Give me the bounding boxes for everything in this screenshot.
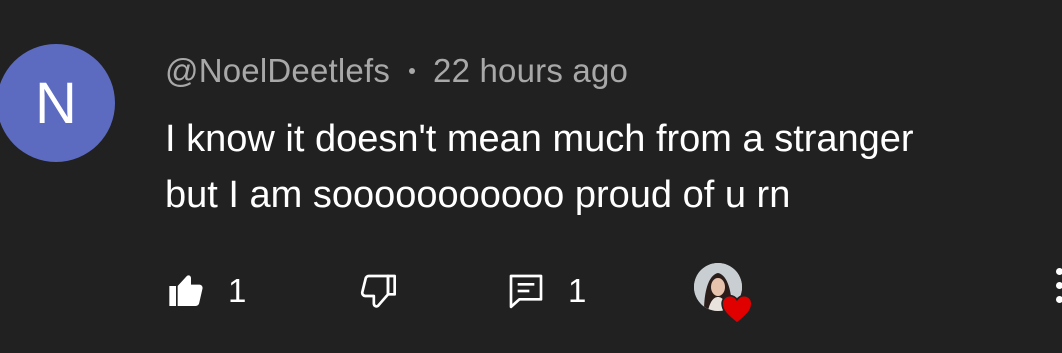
avatar-letter: N <box>35 71 77 136</box>
more-vertical-icon <box>1056 296 1062 303</box>
more-vertical-icon <box>1056 268 1062 275</box>
comment-text-line: but I am sooooooooooo proud of u rn <box>165 174 791 216</box>
thumb-up-filled-icon <box>166 271 206 311</box>
author-handle[interactable]: @NoelDeetlefs <box>165 52 390 90</box>
more-actions-button[interactable] <box>1054 268 1062 308</box>
reply-button[interactable]: 1 <box>506 256 586 326</box>
comment-icon <box>506 271 546 311</box>
avatar[interactable]: N <box>0 44 115 162</box>
comment: N @NoelDeetlefs 22 hours ago I know it d… <box>0 0 1062 353</box>
like-count: 1 <box>228 272 247 309</box>
comment-meta: @NoelDeetlefs 22 hours ago <box>165 52 628 90</box>
separator-dot <box>409 68 416 74</box>
like-button[interactable]: 1 <box>166 256 246 326</box>
comment-actions: 1 1 <box>0 256 1062 326</box>
timestamp[interactable]: 22 hours ago <box>433 52 628 90</box>
dislike-button[interactable] <box>358 256 398 326</box>
heart-icon <box>720 293 754 330</box>
more-vertical-icon <box>1056 282 1062 289</box>
comment-text: I know it doesn't mean much from a stran… <box>165 111 1045 223</box>
creator-heart <box>694 263 756 327</box>
thumb-down-icon <box>358 271 398 311</box>
comment-text-line: I know it doesn't mean much from a stran… <box>165 118 914 160</box>
reply-count: 1 <box>568 272 587 309</box>
